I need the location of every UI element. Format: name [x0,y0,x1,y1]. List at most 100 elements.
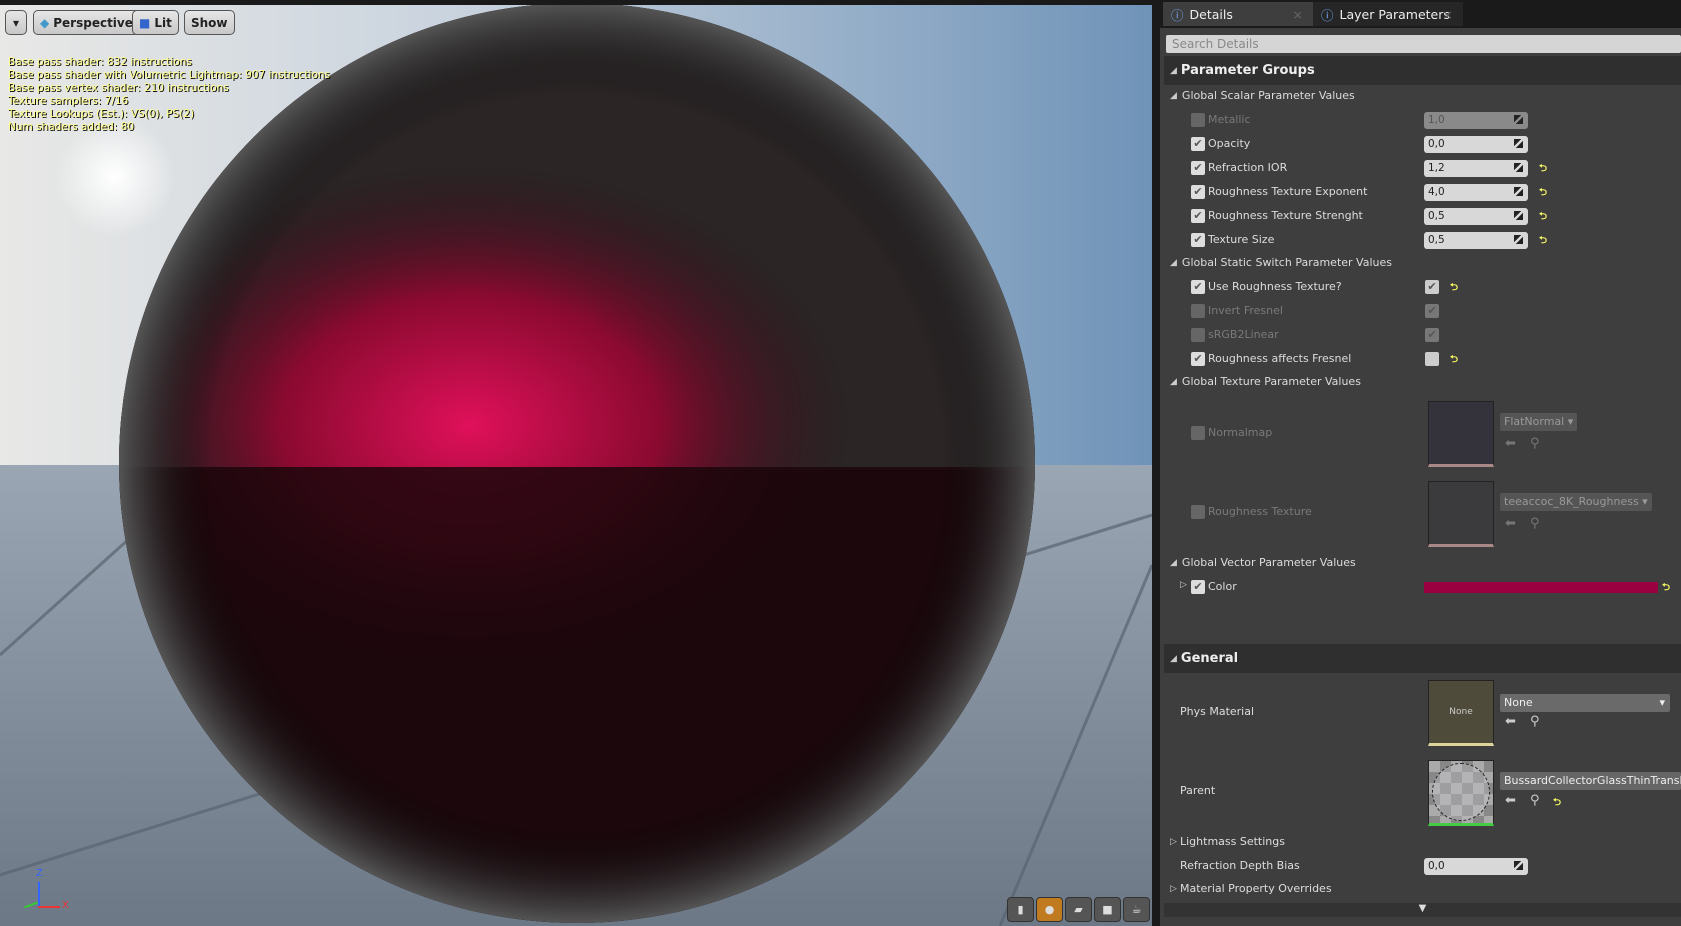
refraction-depth-bias-label: Refraction Depth Bias [1180,859,1300,872]
reset-to-default-icon[interactable]: ⮌ [1662,580,1670,597]
teapot-icon[interactable]: ☕ [1123,897,1150,922]
texture-group-header[interactable]: ◢ Global Texture Parameter Values [1170,375,1361,388]
collapse-triangle-icon: ◢ [1170,376,1177,387]
phys-material-thumbnail[interactable]: None [1428,680,1494,746]
override-checkbox[interactable] [1191,304,1205,318]
browse-search-icon[interactable]: ⚲ [1530,793,1540,808]
param-label: Roughness Texture [1208,505,1312,518]
reset-to-default-icon[interactable]: ⮌ [1450,352,1458,369]
use-selected-arrow-icon[interactable]: ⬅ [1505,714,1516,729]
parent-label: Parent [1180,784,1216,797]
override-checkbox[interactable] [1191,426,1205,440]
expand-triangle-icon[interactable]: ▷ [1180,580,1187,590]
asset-dropdown[interactable]: FlatNormal ▾ [1500,413,1578,431]
param-label: Color [1208,580,1237,593]
switch-value-checkbox[interactable] [1425,352,1439,366]
scroll-down-bar[interactable]: ▼ [1164,903,1681,917]
drag-spinner-icon [1514,163,1523,172]
axis-gizmo: Z X [16,868,69,914]
switch-group-header[interactable]: ◢ Global Static Switch Parameter Values [1170,256,1392,269]
drag-spinner-icon [1514,115,1523,124]
switch-value-checkbox[interactable]: ✔ [1425,304,1439,318]
use-selected-arrow-icon[interactable]: ⬅ [1505,516,1516,531]
override-checkbox[interactable]: ✔ [1191,280,1205,294]
reset-to-default-icon[interactable]: ⮌ [1539,209,1547,226]
chevron-down-icon: ▾ [12,15,20,30]
show-button[interactable]: Show [184,10,235,35]
asset-dropdown[interactable]: teeaccoc_8K_Roughness ▾ [1500,493,1652,511]
lit-button[interactable]: ■ Lit [132,10,179,35]
perspective-button[interactable]: ◆ Perspective [33,10,140,35]
override-checkbox[interactable]: ✔ [1191,233,1205,247]
texture-thumbnail[interactable] [1428,481,1494,547]
perspective-icon: ◆ [40,15,50,30]
override-checkbox[interactable]: ✔ [1191,185,1205,199]
shader-stats: Base pass shader: 832 instructions Base p… [8,56,331,133]
phys-material-dropdown[interactable]: None ▾ [1500,694,1670,712]
browse-search-icon[interactable]: ⚲ [1530,714,1540,729]
preview-mesh-buttons: ▮ ● ▰ ■ ☕ [1007,897,1150,922]
drag-spinner-icon [1514,139,1523,148]
override-checkbox[interactable]: ✔ [1191,352,1205,366]
numeric-input[interactable]: 1,2 [1424,160,1528,177]
cube-icon[interactable]: ■ [1094,897,1121,922]
numeric-input[interactable]: 0,0 [1424,858,1528,875]
browse-search-icon[interactable]: ⚲ [1530,516,1540,531]
override-checkbox[interactable]: ✔ [1191,137,1205,151]
phys-material-label: Phys Material [1180,705,1255,718]
viewport-scene [0,5,1152,926]
reset-to-default-icon[interactable]: ⮌ [1539,185,1547,202]
texture-thumbnail[interactable] [1428,401,1494,467]
use-selected-arrow-icon[interactable]: ⬅ [1505,793,1516,808]
param-label: Refraction IOR [1208,161,1288,174]
numeric-input[interactable]: 4,0 [1424,184,1528,201]
param-label: Roughness Texture Exponent [1208,185,1368,198]
numeric-input[interactable]: 1,0 [1424,112,1528,129]
collapse-triangle-icon: ◢ [1170,257,1177,268]
drag-spinner-icon [1514,187,1523,196]
param-label: Normalmap [1208,426,1273,439]
override-checkbox[interactable] [1191,113,1205,127]
param-label: Roughness Texture Strenght [1208,209,1363,222]
override-checkbox[interactable] [1191,328,1205,342]
override-checkbox[interactable]: ✔ [1191,161,1205,175]
reset-to-default-icon[interactable]: ⮌ [1450,280,1458,297]
numeric-input[interactable]: 0,5 [1424,232,1528,249]
parent-material-thumbnail[interactable] [1428,760,1494,826]
numeric-input[interactable]: 0,5 [1424,208,1528,225]
override-checkbox[interactable] [1191,505,1205,519]
vector-group-header[interactable]: ◢ Global Vector Parameter Values [1170,556,1356,569]
collapse-triangle-icon: ◢ [1170,557,1177,568]
numeric-input[interactable]: 0,0 [1424,136,1528,153]
general-header[interactable]: ◢ General [1164,644,1681,673]
parameter-groups-header[interactable]: ◢ Parameter Groups [1164,56,1681,85]
collapse-triangle-icon: ◢ [1170,90,1177,101]
lit-cube-icon: ■ [139,15,151,30]
switch-value-checkbox[interactable]: ✔ [1425,328,1439,342]
param-label: Roughness affects Fresnel [1208,352,1352,365]
cylinder-icon[interactable]: ▮ [1007,897,1034,922]
expand-triangle-icon[interactable]: ▷ [1170,837,1177,847]
switch-value-checkbox[interactable]: ✔ [1425,280,1439,294]
drag-spinner-icon [1514,235,1523,244]
reset-to-default-icon[interactable]: ⮌ [1539,233,1547,250]
browse-search-icon[interactable]: ⚲ [1530,436,1540,451]
reset-to-default-icon[interactable]: ⮌ [1553,795,1561,812]
param-label: Use Roughness Texture? [1208,280,1342,293]
viewport[interactable]: ▾ ◆ Perspective ■ Lit Show Base pass shade… [0,5,1152,926]
color-swatch[interactable] [1424,582,1658,593]
param-label: Opacity [1208,137,1251,150]
viewport-options-button[interactable]: ▾ [5,10,27,35]
scalar-group-header[interactable]: ◢ Global Scalar Parameter Values [1170,89,1355,102]
override-checkbox[interactable]: ✔ [1191,580,1205,594]
override-checkbox[interactable]: ✔ [1191,209,1205,223]
drag-spinner-icon [1514,211,1523,220]
lightmass-settings-label: Lightmass Settings [1180,835,1285,848]
parent-material-field[interactable]: BussardCollectorGlassThinTransluc [1500,772,1681,790]
plane-icon[interactable]: ▰ [1065,897,1092,922]
use-selected-arrow-icon[interactable]: ⬅ [1505,436,1516,451]
param-label: Texture Size [1208,233,1275,246]
reset-to-default-icon[interactable]: ⮌ [1539,161,1547,178]
expand-triangle-icon[interactable]: ▷ [1170,884,1177,894]
sphere-icon[interactable]: ● [1036,897,1063,922]
